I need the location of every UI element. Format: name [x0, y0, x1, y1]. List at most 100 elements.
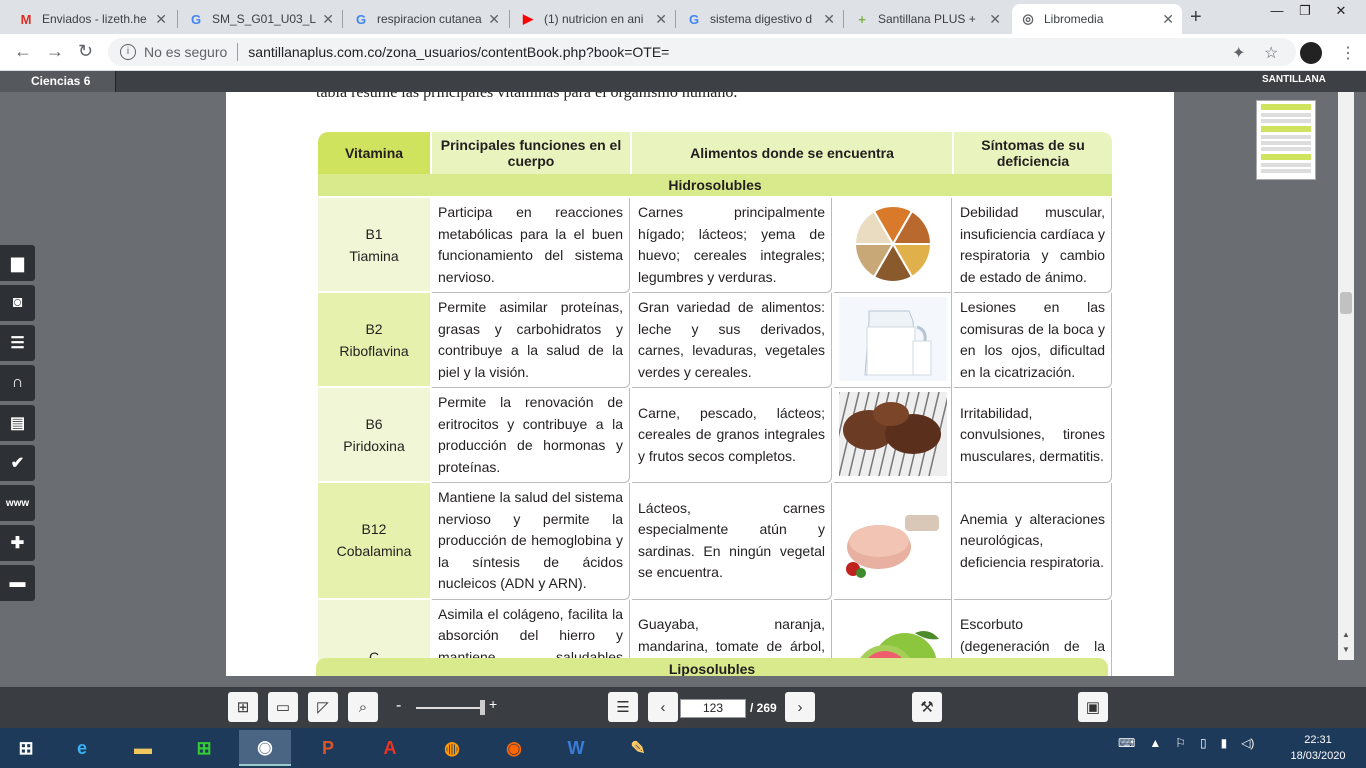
tab-5[interactable]: Gsistema digestivo d ✕	[678, 4, 843, 34]
battery-icon[interactable]: ▯	[1200, 736, 1207, 750]
foods-cell: Lácteos, carnes especialmente atún y sar…	[632, 483, 832, 600]
intro-text: tabla resume las principales vitaminas p…	[316, 92, 738, 101]
close-tab-icon[interactable]: ✕	[1162, 11, 1174, 28]
tab-2[interactable]: G SM_S_G01_U03_L03 ✕	[180, 4, 342, 34]
scroll-down-arrow[interactable]: ▼	[1338, 645, 1354, 659]
file-explorer-icon[interactable]: ▬	[117, 730, 169, 766]
internet-explorer-icon[interactable]: e	[56, 730, 108, 766]
zoom-slider-handle[interactable]	[480, 700, 485, 715]
folder-icon[interactable]: ▆	[0, 245, 35, 281]
grains-image	[834, 198, 953, 293]
previous-page-icon[interactable]: ‹	[648, 692, 678, 722]
zoom-search-icon[interactable]: ⌕	[348, 692, 378, 722]
tab-1[interactable]: M Enviados - lizeth.he ✕	[10, 4, 175, 34]
zoom-in-button[interactable]: +	[489, 696, 497, 712]
close-tab-icon[interactable]: ✕	[488, 11, 500, 28]
section-hidrosolubles: Hidrosolubles	[318, 174, 1113, 198]
tab-4[interactable]: ▶ (1) nutricion en ani ✕	[512, 4, 675, 34]
keyboard-icon[interactable]: ⌨	[1118, 736, 1135, 750]
scroll-up-arrow[interactable]: ▲	[1338, 630, 1354, 644]
menu-list-icon[interactable]: ☰	[608, 692, 638, 722]
menu-icon[interactable]: ⋮	[1340, 43, 1356, 63]
signal-icon[interactable]: ▮	[1221, 736, 1228, 750]
scrollbar-thumb[interactable]	[1340, 292, 1352, 314]
tab-separator	[675, 10, 676, 28]
avatar[interactable]	[1300, 42, 1322, 64]
page-thumbnail[interactable]	[1256, 100, 1316, 180]
double-page-icon[interactable]: ▭	[268, 692, 298, 722]
tab-title: Santillana PLUS +	[878, 12, 976, 26]
close-tab-icon[interactable]: ✕	[823, 11, 835, 28]
table-row: B12 Cobalamina Mantiene la salud del siste…	[318, 483, 1113, 600]
tab-6[interactable]: + Santillana PLUS + ✕	[846, 4, 1009, 34]
paint-icon[interactable]: ✎	[612, 730, 664, 766]
page-number-input[interactable]: 123	[680, 699, 746, 718]
check-icon[interactable]: ✔	[0, 445, 35, 481]
store-icon[interactable]: ⊞	[178, 730, 230, 766]
back-icon[interactable]: ←	[14, 41, 32, 62]
clock[interactable]: 22:31 18/03/2020	[1288, 732, 1348, 764]
forward-icon[interactable]: →	[46, 41, 64, 62]
table-row: B6 Piridoxina Permite la renovación de eri…	[318, 388, 1113, 483]
globe-icon: ◎	[1022, 11, 1034, 26]
tab-title: sistema digestivo d	[710, 12, 813, 26]
security-app-icon[interactable]: ◍	[426, 730, 478, 766]
symptoms-cell: Debilidad muscular, insuficiencia cardía…	[954, 198, 1113, 293]
function-cell: Permite asimilar proteínas, grasas y car…	[432, 293, 630, 388]
page-fold-icon[interactable]: ◸	[308, 692, 338, 722]
close-window-button[interactable]: ✕	[1318, 0, 1364, 22]
chrome-icon[interactable]: ◉	[239, 730, 291, 766]
santillana-logo: SANTILLANA	[1262, 74, 1326, 85]
symptoms-cell: Lesiones en las comisuras de la boca y e…	[954, 293, 1113, 388]
close-tab-icon[interactable]: ✕	[655, 11, 667, 28]
foods-cell: Gran variedad de alimentos: leche y sus …	[632, 293, 832, 388]
grid-view-icon[interactable]: ⊞	[228, 692, 258, 722]
extension-icon[interactable]: ✦	[1232, 43, 1245, 63]
book-viewer: tabla resume las principales vitaminas p…	[0, 92, 1366, 687]
vitamin-name: Tiamina	[349, 247, 399, 264]
wrench-icon[interactable]: ⚒	[912, 692, 942, 722]
section-liposolubles: Liposolubles	[316, 658, 1108, 676]
document-icon[interactable]: ☰	[0, 325, 35, 361]
firefox-icon[interactable]: ◉	[488, 730, 540, 766]
briefcase-icon[interactable]: ▬	[0, 565, 35, 601]
foods-cell: Carnes principalmente hígado; lácteos; y…	[632, 198, 832, 293]
book-title-tab[interactable]: Ciencias 6	[0, 71, 116, 92]
volume-icon[interactable]: ◁)	[1241, 736, 1254, 750]
www-icon[interactable]: www	[0, 485, 35, 521]
tab-7[interactable]: ◎ Libromedia ✕	[1012, 4, 1182, 34]
zoom-slider[interactable]	[416, 707, 484, 709]
tab-separator	[843, 10, 844, 28]
scrollbar[interactable]	[1338, 92, 1354, 660]
word-icon[interactable]: W	[550, 730, 602, 766]
vitamin-code: B2	[365, 320, 383, 337]
reload-icon[interactable]: ↻	[78, 41, 93, 62]
tab-3[interactable]: Grespiracion cutanea ✕	[345, 4, 508, 34]
close-tab-icon[interactable]: ✕	[989, 11, 1001, 28]
new-tab-button[interactable]: +	[1190, 6, 1202, 29]
star-icon[interactable]: ☆	[1264, 43, 1278, 63]
system-tray: ⌨ ▲ ⚐ ▯ ▮ ◁)	[1118, 736, 1254, 750]
acrobat-icon[interactable]: A	[364, 730, 416, 766]
tab-title: Enviados - lizeth.he	[42, 12, 147, 26]
zoom-out-button[interactable]: -	[396, 697, 401, 715]
url-text[interactable]: santillanaplus.com.co/zona_usuarios/cont…	[248, 44, 669, 60]
plus-icon[interactable]: ✚	[0, 525, 35, 561]
tab-title: (1) nutricion en ani	[544, 12, 644, 26]
close-tab-icon[interactable]: ✕	[155, 11, 167, 28]
close-tab-icon[interactable]: ✕	[322, 11, 334, 28]
next-page-icon[interactable]: ›	[785, 692, 815, 722]
chevron-up-icon[interactable]: ▲	[1149, 736, 1161, 750]
address-bar[interactable]: i No es seguro santillanaplus.com.co/zon…	[108, 38, 1296, 66]
grilled-meat-image	[817, 388, 953, 483]
powerpoint-icon[interactable]: P	[302, 730, 354, 766]
camera-icon[interactable]: ◙	[0, 285, 35, 321]
tab-separator	[177, 10, 178, 28]
presentation-icon[interactable]: ▣	[1078, 692, 1108, 722]
vitamin-name: Piridoxina	[343, 437, 405, 454]
flag-icon[interactable]: ⚐	[1175, 736, 1186, 750]
windows-start-icon[interactable]: ⊞	[0, 730, 52, 766]
info-icon[interactable]: i	[120, 44, 136, 60]
print-icon[interactable]: ▤	[0, 405, 35, 441]
headphones-icon[interactable]: ∩	[0, 365, 35, 401]
